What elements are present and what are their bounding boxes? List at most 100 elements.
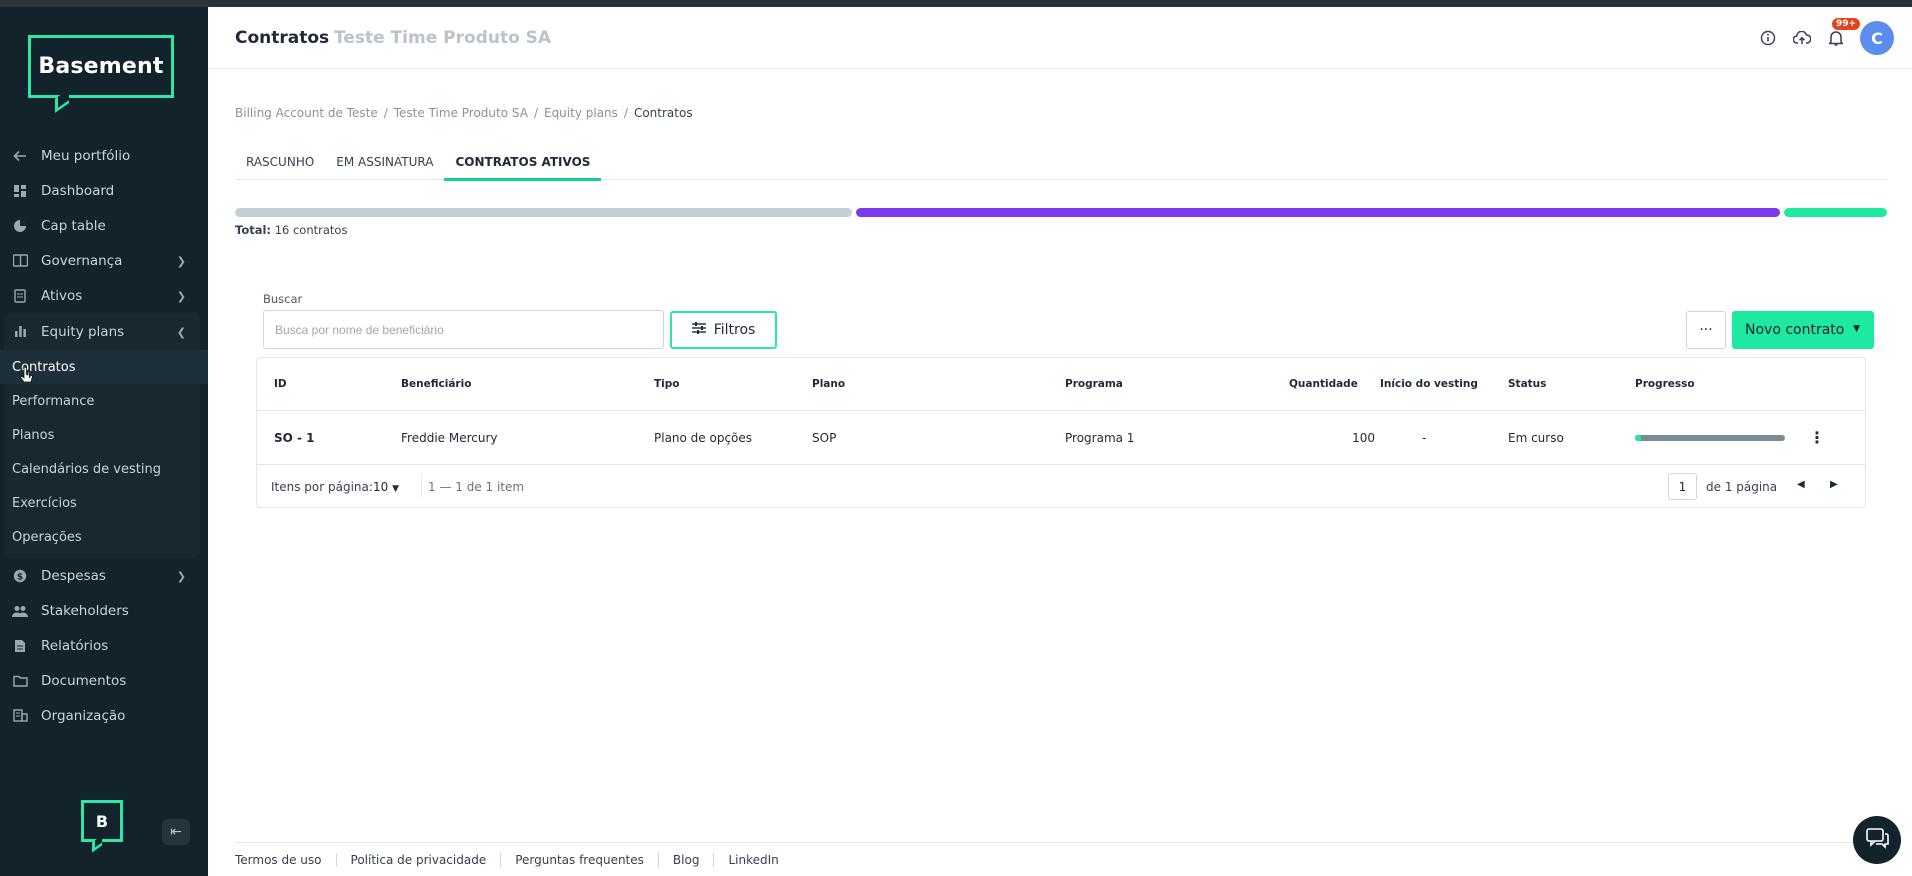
- breadcrumb-current: Contratos: [633, 106, 693, 120]
- table-row[interactable]: SO - 1 Freddie Mercury Plano de opções S…: [257, 411, 1865, 465]
- footer-link-linkedin[interactable]: LinkedIn: [714, 853, 792, 867]
- logo-tail: [92, 835, 102, 853]
- sliders-icon: [691, 322, 706, 338]
- sidebar-subitem-operacoes[interactable]: Operações: [0, 520, 208, 554]
- page-footer: Termos de uso Política de privacidade Pe…: [235, 842, 1887, 876]
- breadcrumb-separator: /: [623, 106, 628, 120]
- sidebar-item-label: Relatórios: [41, 637, 109, 654]
- sidebar-item-documentos[interactable]: Documentos: [0, 663, 208, 698]
- divider: [421, 475, 422, 497]
- sidebar: Basement Meu portfólio Dashboard Cap tab…: [0, 7, 208, 876]
- sidebar-item-relatorios[interactable]: Relatórios: [0, 628, 208, 663]
- breadcrumb-separator: /: [383, 106, 388, 120]
- breadcrumb-item[interactable]: Teste Time Produto SA: [394, 106, 528, 120]
- chat-support-button[interactable]: [1853, 816, 1901, 864]
- total-count: Total: 16 contratos: [235, 223, 347, 237]
- page-header: Contratos Teste Time Produto SA 99+ C: [208, 7, 1912, 69]
- tabs: RASCUNHO EM ASSINATURA CONTRATOS ATIVOS: [235, 143, 1887, 181]
- breadcrumb-separator: /: [533, 106, 538, 120]
- sidebar-item-meu-portfolio[interactable]: Meu portfólio: [0, 138, 208, 173]
- chevron-down-icon: ❯: [176, 255, 186, 268]
- chevron-down-icon: ❯: [176, 570, 186, 583]
- svg-text:$: $: [17, 572, 23, 582]
- document-icon: [12, 288, 28, 304]
- column-header-programa[interactable]: Programa: [1065, 378, 1123, 390]
- row-menu-icon[interactable]: ⋮: [1809, 428, 1825, 447]
- sidebar-item-governanca[interactable]: Governança ❯: [0, 243, 208, 278]
- breadcrumb: Billing Account de Teste / Teste Time Pr…: [235, 106, 693, 120]
- folder-icon: [12, 673, 28, 689]
- search-label: Buscar: [263, 292, 303, 306]
- column-header-id[interactable]: ID: [274, 378, 287, 390]
- column-header-plano[interactable]: Plano: [812, 378, 845, 390]
- bar-chart-icon: [12, 324, 28, 340]
- filters-button[interactable]: Filtros: [670, 311, 777, 349]
- cell-id[interactable]: SO - 1: [274, 431, 315, 445]
- building-icon: [12, 708, 28, 724]
- contracts-table: ID Beneficiário Tipo Plano Programa Quan…: [256, 357, 1866, 508]
- contracts-status-bar: [235, 208, 1887, 217]
- sidebar-item-organizacao[interactable]: Organização: [0, 698, 208, 733]
- bell-icon[interactable]: 99+: [1826, 18, 1861, 48]
- sidebar-item-despesas[interactable]: $ Despesas ❯: [0, 558, 208, 593]
- sidebar-subitem-calendarios[interactable]: Calendários de vesting: [0, 452, 208, 486]
- footer-link-privacidade[interactable]: Política de privacidade: [337, 852, 502, 867]
- brand-logo[interactable]: Basement: [28, 35, 174, 113]
- filters-button-label: Filtros: [713, 322, 756, 338]
- column-header-quantidade[interactable]: Quantidade: [1289, 378, 1358, 390]
- sidebar-item-label: Governança: [41, 252, 123, 269]
- chat-icon: [1865, 827, 1889, 853]
- sidebar-subitem-performance[interactable]: Performance: [0, 384, 208, 418]
- logo-tail: [55, 89, 69, 113]
- column-header-status[interactable]: Status: [1508, 378, 1546, 390]
- cell-beneficiary: Freddie Mercury: [401, 431, 498, 445]
- sidebar-item-ativos[interactable]: Ativos ❯: [0, 278, 208, 313]
- brand-short: B: [95, 811, 109, 831]
- column-header-progresso[interactable]: Progresso: [1635, 378, 1695, 390]
- cell-quantity: 100: [1352, 431, 1375, 445]
- search-input[interactable]: [263, 310, 664, 349]
- status-bar-segment: [855, 208, 1781, 217]
- footer-link-termos[interactable]: Termos de uso: [235, 852, 337, 867]
- page-number-input[interactable]: 1: [1668, 473, 1697, 500]
- next-page-icon[interactable]: ▶: [1830, 479, 1838, 490]
- sidebar-item-label: Organização: [41, 707, 126, 724]
- sidebar-subitem-exercicios[interactable]: Exercícios: [0, 486, 208, 520]
- top-bar: [0, 0, 1912, 7]
- sidebar-item-dashboard[interactable]: Dashboard: [0, 173, 208, 208]
- previous-page-icon[interactable]: ◀: [1797, 479, 1805, 490]
- items-range: 1 — 1 de 1 item: [428, 480, 525, 494]
- sidebar-subitem-planos[interactable]: Planos: [0, 418, 208, 452]
- footer-link-blog[interactable]: Blog: [659, 852, 715, 867]
- brand-logo-small[interactable]: B: [81, 800, 123, 853]
- tab-em-assinatura[interactable]: EM ASSINATURA: [325, 143, 444, 180]
- tab-contratos-ativos[interactable]: CONTRATOS ATIVOS: [444, 143, 602, 181]
- sidebar-item-label: Stakeholders: [41, 602, 129, 619]
- breadcrumb-item[interactable]: Billing Account de Teste: [235, 106, 378, 120]
- avatar[interactable]: C: [1860, 21, 1894, 55]
- sidebar-item-cap-table[interactable]: Cap table: [0, 208, 208, 243]
- sidebar-item-label: Ativos: [41, 287, 83, 304]
- new-contract-button[interactable]: Novo contrato ▼: [1732, 311, 1874, 349]
- people-icon: [12, 603, 28, 619]
- collapse-sidebar-button[interactable]: ⇤: [162, 819, 190, 845]
- new-contract-label: Novo contrato: [1745, 322, 1845, 338]
- sidebar-item-label: Documentos: [41, 672, 127, 689]
- column-header-inicio-vesting[interactable]: Início do vesting: [1380, 378, 1478, 390]
- tab-rascunho[interactable]: RASCUNHO: [235, 143, 325, 180]
- cloud-upload-icon[interactable]: [1792, 28, 1812, 48]
- per-page-label: Itens por página:: [271, 480, 373, 494]
- column-header-beneficiario[interactable]: Beneficiário: [401, 378, 471, 390]
- more-options-button[interactable]: ···: [1686, 311, 1726, 349]
- cell-vesting-start: -: [1422, 431, 1427, 445]
- per-page-select[interactable]: 10 ▼: [373, 480, 399, 494]
- breadcrumb-item[interactable]: Equity plans: [544, 106, 618, 120]
- sidebar-item-label: Meu portfólio: [41, 147, 131, 164]
- column-header-tipo[interactable]: Tipo: [654, 378, 680, 390]
- sidebar-item-equity-plans[interactable]: Equity plans ❮: [4, 313, 200, 350]
- report-icon: [12, 638, 28, 654]
- info-icon[interactable]: [1758, 28, 1778, 48]
- footer-link-faq[interactable]: Perguntas frequentes: [501, 852, 659, 867]
- sidebar-item-stakeholders[interactable]: Stakeholders: [0, 593, 208, 628]
- caret-down-icon: ▼: [1853, 324, 1860, 334]
